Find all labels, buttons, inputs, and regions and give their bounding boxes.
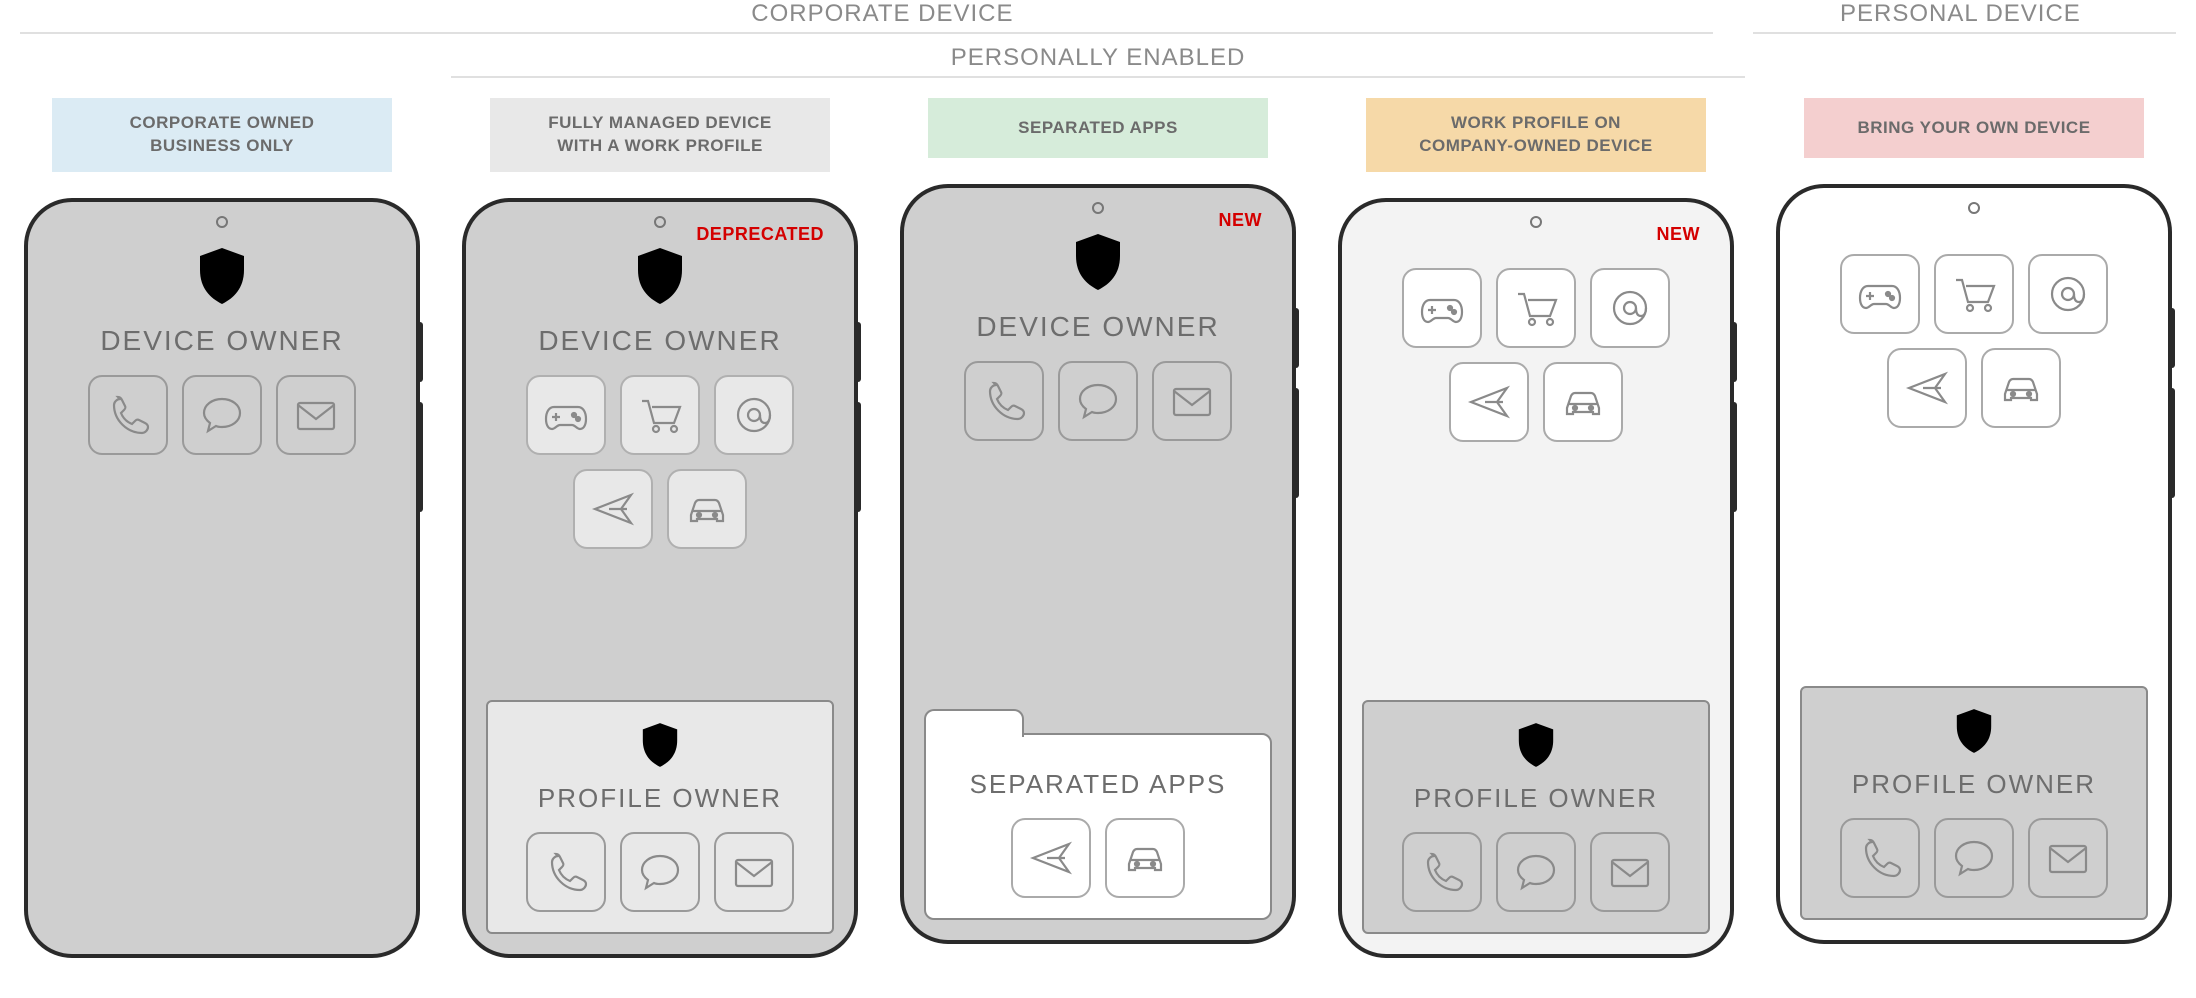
separated-apps-folder: SEPARATED APPS	[924, 733, 1272, 920]
cart-icon	[620, 375, 700, 455]
chat-icon	[1496, 832, 1576, 912]
phone-separated-apps: NEW DEVICE OWNER SEPARATED APPS	[900, 184, 1296, 944]
plane-icon	[573, 469, 653, 549]
pill-separated-apps: SEPARATED APPS	[928, 98, 1268, 158]
phone-icon	[1402, 832, 1482, 912]
phones-row: CORPORATE OWNED BUSINESS ONLY DEVICE OWN…	[20, 98, 2176, 958]
pill-corporate-owned: CORPORATE OWNED BUSINESS ONLY	[52, 98, 392, 172]
plane-icon	[1449, 362, 1529, 442]
at-icon	[2028, 254, 2108, 334]
work-apps-grid	[924, 361, 1272, 441]
col-byod: BRING YOUR OWN DEVICE	[1772, 98, 2176, 958]
work-apps-grid	[500, 832, 820, 912]
mail-icon	[1590, 832, 1670, 912]
profile-owner-label: PROFILE OWNER	[538, 783, 782, 814]
phone-corporate-owned: DEVICE OWNER	[24, 198, 420, 958]
work-apps-grid	[1814, 818, 2134, 898]
car-icon	[1543, 362, 1623, 442]
game-icon	[1840, 254, 1920, 334]
phone-icon	[964, 361, 1044, 441]
shield-icon	[1952, 706, 1996, 761]
col-wp-company-owned: WORK PROFILE ON COMPANY-OWNED DEVICE NEW	[1334, 98, 1738, 958]
diagram-root: CORPORATE DEVICE PERSONAL DEVICE PERSONA…	[0, 0, 2196, 998]
chat-icon	[1058, 361, 1138, 441]
mail-icon	[2028, 818, 2108, 898]
car-icon	[1981, 348, 2061, 428]
cart-icon	[1496, 268, 1576, 348]
car-icon	[667, 469, 747, 549]
shield-icon	[638, 720, 682, 775]
profile-owner-label: PROFILE OWNER	[1852, 769, 2096, 800]
new-badge: NEW	[1219, 210, 1263, 231]
personal-apps-grid	[1800, 254, 2148, 428]
col-corporate-owned: CORPORATE OWNED BUSINESS ONLY DEVICE OWN…	[20, 98, 424, 958]
top-category-row: CORPORATE DEVICE PERSONAL DEVICE	[20, 0, 2176, 28]
at-icon	[1590, 268, 1670, 348]
phone-icon	[526, 832, 606, 912]
shield-icon	[1070, 230, 1126, 299]
cart-icon	[1934, 254, 2014, 334]
work-apps-grid	[1376, 832, 1696, 912]
phone-icon	[88, 375, 168, 455]
shield-icon	[1514, 720, 1558, 775]
device-owner-label: DEVICE OWNER	[100, 325, 343, 357]
pill-byod: BRING YOUR OWN DEVICE	[1804, 98, 2144, 158]
corporate-device-label: CORPORATE DEVICE	[20, 0, 1745, 28]
phone-icon	[1840, 818, 1920, 898]
profile-owner-box: PROFILE OWNER	[1800, 686, 2148, 920]
deprecated-badge: DEPRECATED	[696, 224, 824, 245]
shield-icon	[632, 244, 688, 313]
chat-icon	[1934, 818, 2014, 898]
mail-icon	[1152, 361, 1232, 441]
mail-icon	[276, 375, 356, 455]
col-separated-apps: SEPARATED APPS NEW DEVICE OWNER SEPARATE…	[896, 98, 1300, 958]
personal-apps-grid	[1362, 268, 1710, 442]
game-icon	[1402, 268, 1482, 348]
pill-wp-company-owned: WORK PROFILE ON COMPANY-OWNED DEVICE	[1366, 98, 1706, 172]
pill-fully-managed-wp: FULLY MANAGED DEVICE WITH A WORK PROFILE	[490, 98, 830, 172]
device-owner-label: DEVICE OWNER	[976, 311, 1219, 343]
personal-device-label: PERSONAL DEVICE	[1745, 0, 2176, 28]
phone-fully-managed-wp: DEPRECATED DEVICE OWNER PR	[462, 198, 858, 958]
shield-icon	[194, 244, 250, 313]
personal-apps-grid	[486, 375, 834, 549]
chat-icon	[620, 832, 700, 912]
plane-icon	[1887, 348, 1967, 428]
work-apps-grid	[48, 375, 396, 455]
profile-owner-box: PROFILE OWNER	[486, 700, 834, 934]
col-fully-managed-wp: FULLY MANAGED DEVICE WITH A WORK PROFILE…	[458, 98, 862, 958]
phone-wp-company-owned: NEW PROFILE OWNER	[1338, 198, 1734, 958]
at-icon	[714, 375, 794, 455]
device-owner-label: DEVICE OWNER	[538, 325, 781, 357]
plane-icon	[1011, 818, 1091, 898]
personally-enabled-label: PERSONALLY ENABLED	[451, 44, 1745, 72]
chat-icon	[182, 375, 262, 455]
separated-apps-grid	[938, 818, 1258, 898]
game-icon	[526, 375, 606, 455]
car-icon	[1105, 818, 1185, 898]
phone-byod: PROFILE OWNER	[1776, 184, 2172, 944]
new-badge: NEW	[1657, 224, 1701, 245]
profile-owner-box: PROFILE OWNER	[1362, 700, 1710, 934]
profile-owner-label: PROFILE OWNER	[1414, 783, 1658, 814]
separated-apps-label: SEPARATED APPS	[970, 769, 1227, 800]
mail-icon	[714, 832, 794, 912]
